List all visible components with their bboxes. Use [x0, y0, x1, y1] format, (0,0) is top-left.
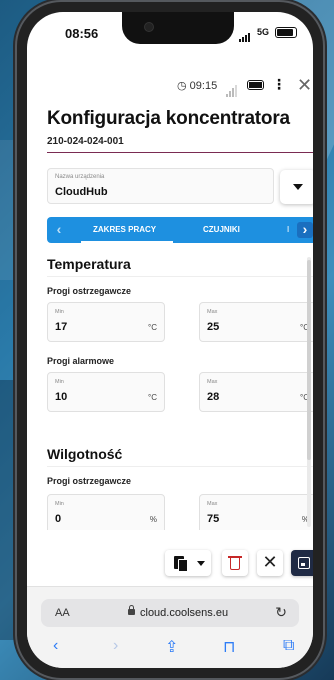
tab-scroll-right-icon[interactable]: › [297, 222, 313, 238]
section-divider [47, 276, 313, 277]
browser-toolbar: AA cloud.coolsens.eu ↻ ‹ › ⇪ ⊓ ⧉ [27, 586, 313, 668]
tab-next[interactable]: I [287, 225, 289, 234]
tab-czujniki[interactable]: CZUJNIKI [203, 225, 240, 234]
phone-frame: 08:56 5G ◷ 09:15 ⋮ ✕ Konfiguracja koncen… [17, 2, 323, 678]
field-label: Max [207, 309, 218, 315]
page-title: Konfiguracja koncentratora [47, 108, 290, 129]
device-dropdown-button[interactable] [280, 170, 313, 204]
humidity-warning-min-field[interactable]: Min 0 % [47, 494, 165, 530]
field-label: Max [207, 501, 218, 507]
field-label: Max [207, 379, 218, 385]
caret-down-icon [293, 184, 303, 190]
temp-alarm-min-field[interactable]: Min 10 °C [47, 372, 165, 412]
status-time: 08:56 [65, 26, 99, 41]
save-button[interactable] [291, 550, 313, 576]
back-icon[interactable]: ‹ [53, 637, 58, 655]
field-unit: °C [148, 323, 157, 332]
battery-icon [275, 27, 297, 38]
notch [122, 12, 234, 44]
address-bar[interactable]: AA cloud.coolsens.eu ↻ [41, 599, 299, 627]
device-name-field[interactable]: Nazwa urządzenia CloudHub [47, 168, 274, 204]
serial-underline [47, 152, 313, 153]
serial-number: 210-024-024-001 [47, 136, 124, 147]
bookmarks-icon[interactable]: ⊓ [223, 637, 235, 657]
caret-down-icon [197, 561, 205, 566]
camera-icon [144, 22, 154, 32]
field-value: 0 [55, 513, 62, 525]
app-clock: ◷ 09:15 [177, 80, 218, 92]
forward-icon[interactable]: › [113, 637, 118, 655]
field-unit: % [149, 515, 157, 524]
field-value: 17 [55, 321, 68, 333]
field-label: Min [55, 379, 64, 385]
cancel-button[interactable]: ✕ [257, 550, 283, 576]
warning-thresholds-label: Progi ostrzegawcze [47, 286, 132, 296]
signal-icon [226, 79, 238, 97]
temp-alarm-max-field[interactable]: Max 28 °C [199, 372, 313, 412]
app-clock-value: 09:15 [189, 80, 218, 92]
copy-icon-front [178, 559, 188, 572]
more-options-icon[interactable]: ⋮ [272, 76, 286, 93]
app-battery-icon [247, 80, 264, 90]
share-icon[interactable]: ⇪ [165, 637, 178, 657]
humidity-warning-max-field[interactable]: Max 75 % [199, 494, 313, 530]
url-host: cloud.coolsens.eu [140, 607, 229, 619]
device-name-value: CloudHub [55, 186, 108, 198]
app-header: ◷ 09:15 ⋮ ✕ [27, 74, 313, 100]
field-value: 28 [207, 391, 220, 403]
field-label: Min [55, 309, 64, 315]
save-icon [298, 557, 310, 569]
field-value: 75 [207, 513, 220, 525]
tabs-icon[interactable]: ⧉ [283, 637, 294, 655]
status-bar: 08:56 5G [27, 12, 313, 52]
delete-button[interactable] [222, 550, 248, 576]
device-name-label: Nazwa urządzenia [55, 174, 105, 180]
humidity-warning-thresholds-label: Progi ostrzegawcze [47, 476, 132, 486]
section-title-humidity: Wilgotność [47, 446, 123, 462]
settings-scroll-area[interactable]: Temperatura Progi ostrzegawcze Min 17 °C… [27, 244, 313, 530]
field-value: 10 [55, 391, 68, 403]
temp-warning-min-field[interactable]: Min 17 °C [47, 302, 165, 342]
trash-icon [230, 558, 240, 570]
reload-icon[interactable]: ↻ [275, 604, 287, 621]
section-divider [47, 466, 313, 467]
scrollbar-thumb[interactable] [307, 260, 311, 460]
field-label: Min [55, 501, 64, 507]
tab-scroll-left-icon[interactable]: ‹ [51, 222, 67, 238]
close-icon: ✕ [262, 552, 278, 572]
lock-icon [128, 605, 135, 615]
copy-menu-button[interactable] [165, 550, 211, 576]
tab-bar: ‹ ZAKRES PRACY CZUJNIKI I › [47, 217, 313, 243]
cellular-signal-icon [239, 29, 251, 47]
tab-zakres-pracy[interactable]: ZAKRES PRACY [93, 225, 156, 234]
close-icon[interactable]: ✕ [297, 75, 312, 96]
field-value: 25 [207, 321, 220, 333]
text-size-button[interactable]: AA [55, 607, 70, 619]
field-unit: °C [148, 393, 157, 402]
active-tab-indicator [81, 241, 173, 243]
network-type: 5G [256, 27, 269, 37]
temp-warning-max-field[interactable]: Max 25 °C [199, 302, 313, 342]
section-title-temperature: Temperatura [47, 256, 131, 272]
phone-screen: 08:56 5G ◷ 09:15 ⋮ ✕ Konfiguracja koncen… [27, 12, 313, 668]
alarm-thresholds-label: Progi alarmowe [47, 356, 115, 366]
